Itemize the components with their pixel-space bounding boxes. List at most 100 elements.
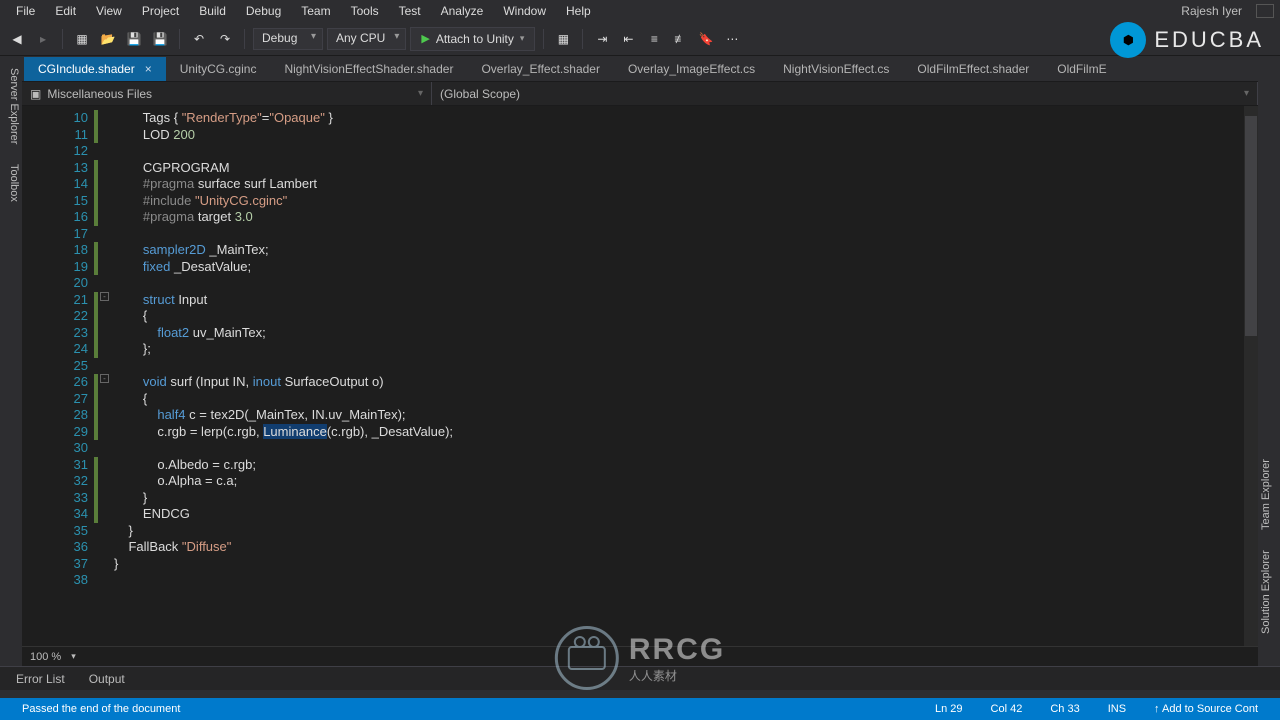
code-line[interactable]: { xyxy=(114,391,1258,408)
code-line[interactable] xyxy=(114,572,1258,589)
code-line[interactable]: } xyxy=(114,523,1258,540)
line-number: 14 xyxy=(22,176,88,193)
status-ch: Ch 33 xyxy=(1036,703,1093,715)
menu-project[interactable]: Project xyxy=(132,1,189,21)
code-line[interactable]: #pragma target 3.0 xyxy=(114,209,1258,226)
menu-debug[interactable]: Debug xyxy=(236,1,291,21)
rail-solution-explorer[interactable]: Solution Explorer xyxy=(1258,546,1280,638)
code-line[interactable]: half4 c = tex2D(_MainTex, IN.uv_MainTex)… xyxy=(114,407,1258,424)
bottom-tab-output[interactable]: Output xyxy=(79,668,135,690)
code-line[interactable]: ENDCG xyxy=(114,506,1258,523)
menu-test[interactable]: Test xyxy=(389,1,431,21)
rail-team-explorer[interactable]: Team Explorer xyxy=(1258,455,1280,534)
menu-tools[interactable]: Tools xyxy=(341,1,389,21)
status-source-control[interactable]: ↑ Add to Source Cont xyxy=(1140,703,1272,715)
rail-server-explorer[interactable]: Server Explorer xyxy=(0,64,22,148)
indent-icon[interactable]: ⇥ xyxy=(591,28,613,50)
close-icon[interactable]: × xyxy=(145,62,152,76)
zoom-value[interactable]: 100 % xyxy=(30,651,61,663)
right-rail: Solution Explorer Team Explorer xyxy=(1258,56,1280,646)
code-line[interactable] xyxy=(114,226,1258,243)
fold-toggle-icon[interactable]: - xyxy=(100,374,109,383)
status-ins: INS xyxy=(1094,703,1140,715)
chevron-down-icon: ▾ xyxy=(520,33,525,44)
fold-column: -- xyxy=(100,106,114,646)
menu-file[interactable]: File xyxy=(6,1,45,21)
menu-build[interactable]: Build xyxy=(189,1,236,21)
code-editor[interactable]: 1011121314151617181920212223242526272829… xyxy=(22,106,1258,646)
code-line[interactable] xyxy=(114,358,1258,375)
tab-1[interactable]: UnityCG.cginc xyxy=(166,57,271,81)
tab-6[interactable]: OldFilmEffect.shader xyxy=(903,57,1043,81)
code-line[interactable]: { xyxy=(114,308,1258,325)
outdent-icon[interactable]: ⇤ xyxy=(617,28,639,50)
line-number: 29 xyxy=(22,424,88,441)
fold-toggle-icon[interactable]: - xyxy=(100,292,109,301)
comment-icon[interactable]: ≡ xyxy=(643,28,665,50)
bookmark-icon[interactable]: 🔖 xyxy=(695,28,717,50)
code-line[interactable]: o.Alpha = c.a; xyxy=(114,473,1258,490)
rail-toolbox[interactable]: Toolbox xyxy=(0,160,22,206)
nav-scope-left[interactable]: ▣ Miscellaneous Files xyxy=(22,82,432,105)
line-number: 16 xyxy=(22,209,88,226)
code-line[interactable]: c.rgb = lerp(c.rgb, Luminance(c.rgb), _D… xyxy=(114,424,1258,441)
open-icon[interactable]: 📂 xyxy=(97,28,119,50)
code-area[interactable]: Tags { "RenderType"="Opaque" } LOD 200 C… xyxy=(114,106,1258,646)
nav-scope-right[interactable]: (Global Scope) xyxy=(432,82,1258,105)
redo-icon[interactable]: ↷ xyxy=(214,28,236,50)
code-line[interactable]: sampler2D _MainTex; xyxy=(114,242,1258,259)
code-line[interactable] xyxy=(114,275,1258,292)
menu-team[interactable]: Team xyxy=(291,1,340,21)
tab-5[interactable]: NightVisionEffect.cs xyxy=(769,57,903,81)
code-line[interactable]: fixed _DesatValue; xyxy=(114,259,1258,276)
tab-3[interactable]: Overlay_Effect.shader xyxy=(467,57,614,81)
menu-help[interactable]: Help xyxy=(556,1,601,21)
menu-edit[interactable]: Edit xyxy=(45,1,86,21)
code-line[interactable]: float2 uv_MainTex; xyxy=(114,325,1258,342)
menu-view[interactable]: View xyxy=(86,1,132,21)
editor-scrollbar[interactable] xyxy=(1244,106,1258,646)
code-line[interactable]: } xyxy=(114,556,1258,573)
uncomment-icon[interactable]: ≢ xyxy=(669,28,691,50)
line-number: 26 xyxy=(22,374,88,391)
file-icon: ▣ xyxy=(30,87,41,101)
tab-4[interactable]: Overlay_ImageEffect.cs xyxy=(614,57,769,81)
code-line[interactable] xyxy=(114,143,1258,160)
code-line[interactable]: #include "UnityCG.cginc" xyxy=(114,193,1258,210)
menu-window[interactable]: Window xyxy=(493,1,556,21)
save-all-icon[interactable]: 💾 xyxy=(149,28,171,50)
code-line[interactable]: }; xyxy=(114,341,1258,358)
chevron-down-icon[interactable]: ▾ xyxy=(71,651,76,662)
code-line[interactable]: LOD 200 xyxy=(114,127,1258,144)
code-line[interactable]: } xyxy=(114,490,1258,507)
tab-0[interactable]: CGInclude.shader× xyxy=(24,57,166,81)
platform-combo[interactable]: Any CPU xyxy=(327,28,406,50)
code-line[interactable] xyxy=(114,440,1258,457)
scrollbar-thumb[interactable] xyxy=(1245,116,1257,336)
save-icon[interactable]: 💾 xyxy=(123,28,145,50)
nav-back-icon[interactable]: ◀ xyxy=(6,28,28,50)
status-message: Passed the end of the document xyxy=(8,703,194,715)
line-number: 34 xyxy=(22,506,88,523)
menu-analyze[interactable]: Analyze xyxy=(431,1,494,21)
new-item-icon[interactable]: ▦ xyxy=(71,28,93,50)
code-line[interactable]: FallBack "Diffuse" xyxy=(114,539,1258,556)
undo-icon[interactable]: ↶ xyxy=(188,28,210,50)
config-combo[interactable]: Debug xyxy=(253,28,323,50)
tab-2[interactable]: NightVisionEffectShader.shader xyxy=(270,57,467,81)
tab-7[interactable]: OldFilmE xyxy=(1043,57,1120,81)
bottom-tab-error-list[interactable]: Error List xyxy=(6,668,75,690)
code-line[interactable]: Tags { "RenderType"="Opaque" } xyxy=(114,110,1258,127)
code-line[interactable]: struct Input xyxy=(114,292,1258,309)
code-line[interactable]: void surf (Input IN, inout SurfaceOutput… xyxy=(114,374,1258,391)
line-gutter: 1011121314151617181920212223242526272829… xyxy=(22,106,100,646)
bottom-panel-tabs: Error ListOutput xyxy=(0,666,1280,690)
attach-button[interactable]: ▶ Attach to Unity ▾ xyxy=(410,27,535,51)
code-line[interactable]: CGPROGRAM xyxy=(114,160,1258,177)
window-restore-icon[interactable] xyxy=(1256,4,1274,18)
code-line[interactable]: o.Albedo = c.rgb; xyxy=(114,457,1258,474)
nav-fwd-icon: ▸ xyxy=(32,28,54,50)
step-icon[interactable]: ▦ xyxy=(552,28,574,50)
misc-icon[interactable]: ⋯ xyxy=(721,28,743,50)
code-line[interactable]: #pragma surface surf Lambert xyxy=(114,176,1258,193)
